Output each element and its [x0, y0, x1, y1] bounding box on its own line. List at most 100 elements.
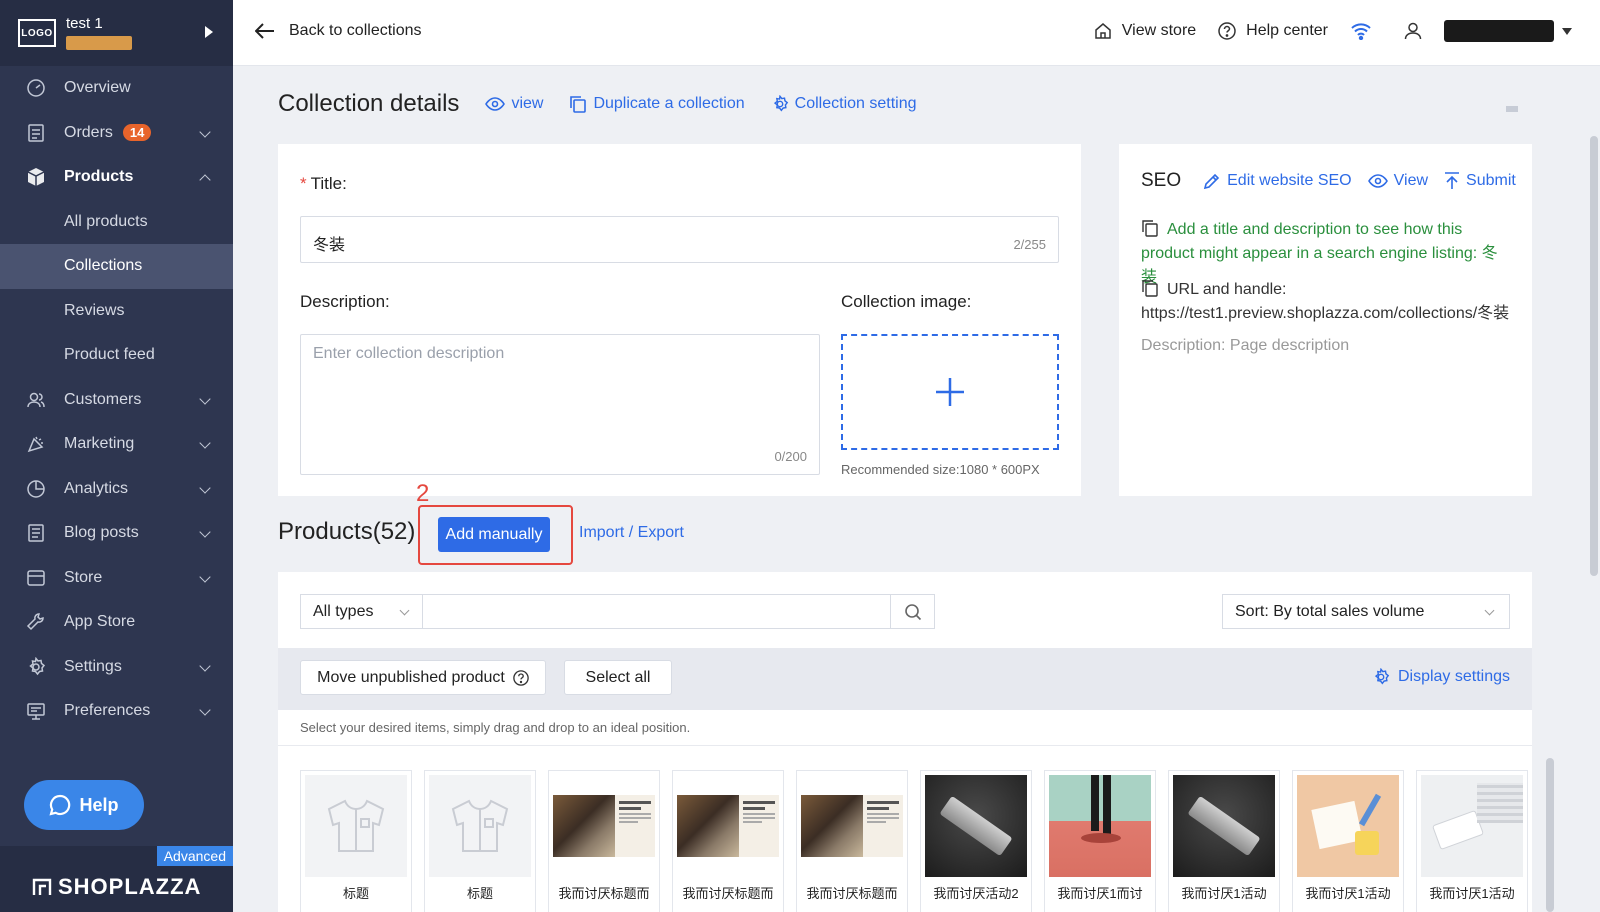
nav-overview[interactable]: Overview [0, 66, 233, 111]
orders-icon [26, 123, 46, 143]
subnav-all-products[interactable]: All products [0, 200, 233, 245]
brand-wordmark-text: SHOPLAZZA [58, 874, 202, 899]
chevron-down-icon [199, 526, 211, 538]
shoplazza-logo-icon [32, 878, 52, 895]
page-header: Collection details view Duplicate a coll… [278, 90, 917, 118]
nav-preferences[interactable]: Preferences [0, 689, 233, 734]
back-to-collections-link[interactable]: Back to collections [255, 22, 422, 40]
collection-setting-link[interactable]: Collection setting [771, 95, 917, 113]
subnav-product-feed[interactable]: Product feed [0, 333, 233, 378]
sidebar-footer: Advanced SHOPLAZZA [0, 846, 233, 912]
required-asterisk: * [300, 174, 307, 193]
chevron-down-icon [1484, 605, 1495, 616]
product-name: 我而讨厌1而讨 [1057, 886, 1143, 901]
product-card[interactable]: 我而讨厌标题而 [672, 770, 784, 912]
help-button[interactable]: Help [24, 780, 144, 830]
copy-icon [1142, 220, 1158, 237]
sidebar: LOGO test 1 Overview Orders 14 Products … [0, 0, 233, 912]
product-name: 我而讨厌标题而 [806, 886, 898, 901]
chevron-down-icon [199, 659, 211, 672]
product-name: 我而讨厌1活动 [1305, 886, 1391, 901]
title-input[interactable]: 冬装 2/255 [300, 216, 1059, 263]
list-scrollbar[interactable] [1546, 758, 1554, 912]
users-icon [26, 390, 46, 410]
nav-label: Customers [64, 390, 142, 408]
move-unpublished-button[interactable]: Move unpublished product [300, 660, 546, 695]
image-size-hint: Recommended size:1080 * 600PX [841, 462, 1040, 477]
pie-chart-icon [26, 479, 46, 499]
seo-card: SEO Edit website SEO View Submit Add a t… [1119, 144, 1532, 496]
nav-customers[interactable]: Customers [0, 378, 233, 423]
product-card[interactable]: 我而讨厌1而讨 [1044, 770, 1156, 912]
question-circle-icon [1218, 22, 1236, 40]
view-collection-link[interactable]: view [485, 95, 543, 113]
account-menu[interactable] [1404, 20, 1572, 42]
nav-analytics[interactable]: Analytics [0, 467, 233, 512]
nav-blog-posts[interactable]: Blog posts [0, 511, 233, 556]
seo-submit-link[interactable]: Submit [1444, 172, 1516, 190]
gauge-icon [26, 78, 46, 98]
monitor-icon [26, 701, 46, 721]
upload-arrow-icon [1445, 172, 1460, 189]
seo-view-link[interactable]: View [1367, 172, 1428, 190]
image-upload-dropzone[interactable] [841, 334, 1059, 450]
description-placeholder: Enter collection description [313, 345, 505, 362]
product-card[interactable]: 我而讨厌标题而 [796, 770, 908, 912]
product-card[interactable]: 我而讨厌活动2 [920, 770, 1032, 912]
seo-hint-text: Add a title and description to see how t… [1141, 221, 1498, 286]
product-card[interactable]: 我而讨厌标题而 [548, 770, 660, 912]
search-button[interactable] [891, 594, 935, 629]
copy-icon [1142, 280, 1158, 297]
home-icon [1095, 23, 1111, 39]
nav-products[interactable]: Products [0, 155, 233, 200]
nav-settings[interactable]: Settings [0, 645, 233, 690]
nav-app-store[interactable]: App Store [0, 600, 233, 645]
sort-select[interactable]: Sort: By total sales volume [1222, 594, 1510, 629]
product-card[interactable]: 我而讨厌1活动 [1292, 770, 1404, 912]
duplicate-collection-link[interactable]: Duplicate a collection [569, 95, 745, 113]
product-card[interactable]: 标题 [424, 770, 536, 912]
wifi-icon [1351, 23, 1371, 40]
nav-label: Blog posts [64, 524, 139, 542]
help-center-link[interactable]: Help center [1218, 22, 1328, 40]
question-circle-icon [513, 669, 529, 686]
description-textarea[interactable]: Enter collection description 0/200 [300, 334, 820, 475]
subnav-collections[interactable]: Collections [0, 244, 233, 289]
nav-marketing[interactable]: Marketing [0, 422, 233, 467]
subnav-reviews[interactable]: Reviews [0, 289, 233, 334]
product-card[interactable]: 我而讨厌1活动 [1416, 770, 1528, 912]
product-card[interactable]: 标题 [300, 770, 412, 912]
store-switcher[interactable]: LOGO test 1 [0, 0, 233, 66]
edit-seo-link[interactable]: Edit website SEO [1203, 172, 1352, 190]
product-image [1173, 775, 1275, 877]
nav-label: Store [64, 568, 103, 586]
product-card[interactable]: 我而讨厌1活动 [1168, 770, 1280, 912]
orders-count-badge: 14 [122, 124, 152, 142]
display-settings-link[interactable]: Display settings [1372, 668, 1510, 686]
store-logo: LOGO [18, 19, 56, 47]
product-image [553, 775, 655, 877]
expand-arrow-icon[interactable] [205, 26, 213, 38]
seo-title: SEO [1141, 170, 1182, 191]
bulk-toolbar: Move unpublished product Select all Disp… [278, 648, 1532, 710]
page-scrollbar[interactable] [1590, 136, 1598, 576]
add-manually-button[interactable]: Add manually [438, 517, 550, 552]
store-name-wrap: test 1 [66, 16, 132, 50]
arrow-left-icon [255, 23, 274, 39]
nav-store[interactable]: Store [0, 556, 233, 601]
import-export-link[interactable]: Import / Export [579, 524, 684, 542]
nav-orders[interactable]: Orders 14 [0, 111, 233, 156]
collapse-toggle[interactable] [1506, 106, 1518, 112]
filter-row: All types [300, 594, 935, 629]
chevron-down-icon [199, 392, 211, 405]
edit-seo-label: Edit website SEO [1227, 172, 1352, 189]
select-all-button[interactable]: Select all [564, 660, 672, 695]
help-label: Help [79, 794, 119, 815]
collection-form-card: * Title: 冬装 2/255 Description: Enter coll… [278, 144, 1081, 496]
type-filter-select[interactable]: All types [300, 594, 423, 629]
nav-label: Orders [64, 123, 113, 141]
divider [278, 745, 1532, 746]
view-store-link[interactable]: View store [1094, 22, 1196, 40]
product-search-input[interactable] [423, 594, 891, 629]
gear-icon [773, 95, 788, 112]
